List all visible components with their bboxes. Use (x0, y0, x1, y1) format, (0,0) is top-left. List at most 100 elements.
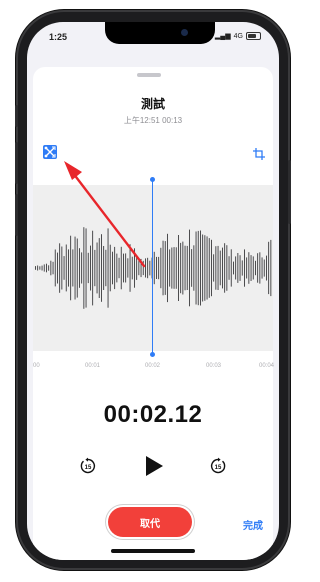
waveform-bar (193, 245, 195, 291)
trim-icon[interactable] (43, 145, 57, 159)
waveform-bar (127, 258, 129, 278)
waveform (35, 227, 272, 309)
crop-icon[interactable] (253, 147, 265, 160)
waveform-bar (259, 252, 261, 284)
replace-button[interactable]: 取代 (108, 507, 192, 537)
side-button-volume-down (15, 194, 18, 236)
waveform-bar (202, 234, 204, 302)
waveform-bar (112, 251, 113, 285)
waveform-bar (261, 257, 263, 279)
waveform-bar (46, 263, 47, 273)
phone-screen: 1:25 ▂▄▆ 4G 測試 上午12:51 00:13 00 00:01 00… (27, 22, 279, 560)
playhead-bottom-handle[interactable] (150, 352, 155, 357)
waveform-bar (248, 252, 250, 284)
playhead[interactable] (150, 177, 155, 357)
status-time: 1:25 (49, 32, 68, 42)
waveform-bar (189, 229, 190, 307)
waveform-bar (70, 235, 72, 301)
skip-back-15-icon[interactable]: 15 (79, 457, 97, 475)
waveform-bar (171, 247, 173, 289)
skip-forward-15-icon[interactable]: 15 (209, 457, 227, 475)
waveform-bar (230, 249, 232, 287)
waveform-bar (129, 244, 131, 292)
waveform-bar (54, 249, 56, 287)
waveform-bar (195, 231, 197, 305)
waveform-bar (167, 233, 168, 303)
waveform-bar (244, 249, 245, 287)
waveform-bar (156, 256, 157, 279)
waveform-bar (43, 264, 45, 272)
waveform-bar (217, 245, 219, 290)
waveform-bar (186, 245, 188, 290)
waveform-bar (50, 260, 52, 276)
waveform-bar (206, 236, 208, 300)
waveform-bar (255, 260, 256, 276)
waveform-bar (263, 259, 265, 277)
waveform-bar (136, 256, 138, 280)
waveform-bar (211, 239, 212, 297)
done-button[interactable]: 完成 (243, 517, 263, 532)
playhead-top-handle[interactable] (150, 177, 155, 182)
tick-label: 00:04 (259, 363, 275, 369)
recording-title: 測試 (140, 97, 165, 111)
waveform-bar (107, 228, 109, 308)
waveform-bar (147, 257, 149, 279)
waveform-bar (92, 230, 94, 306)
skip-back-label: 15 (85, 465, 92, 471)
waveform-bar (180, 242, 182, 294)
waveform-bar (35, 266, 36, 270)
waveform-bar (246, 257, 248, 279)
waveform-bar (252, 256, 254, 280)
waveform-bar (90, 245, 91, 291)
waveform-bar (134, 248, 135, 288)
waveform-bar (123, 253, 124, 283)
camera-icon (181, 29, 188, 36)
sheet-grabber[interactable] (137, 73, 161, 77)
waveform-bar (237, 253, 239, 283)
waveform-bar (204, 235, 206, 301)
waveform-bar (52, 261, 54, 275)
tick-label: 00:01 (85, 363, 101, 369)
waveform-bar (233, 261, 234, 275)
waveform-bar (158, 256, 160, 280)
waveform-bar (103, 246, 105, 290)
waveform-bar (114, 246, 116, 290)
waveform-bar (173, 247, 175, 289)
waveform-bar (131, 256, 133, 280)
waveform-bar (94, 249, 96, 287)
play-icon[interactable] (141, 454, 165, 478)
waveform-bar (241, 260, 243, 276)
waveform-bar (109, 244, 111, 292)
waveform-bar (250, 255, 252, 281)
waveform-bar (145, 258, 146, 278)
waveform-bar (182, 241, 184, 295)
waveform-bar (226, 245, 228, 291)
waveform-bar (39, 266, 41, 270)
waveform-area[interactable] (33, 185, 273, 351)
waveform-bar (142, 260, 144, 276)
waveform-bar (266, 255, 267, 281)
waveform-bar (235, 256, 237, 280)
tick-label: 00:02 (145, 363, 161, 369)
waveform-bar (98, 238, 100, 298)
recording-subtitle: 上午12:51 00:13 (123, 116, 183, 125)
waveform-bar (57, 252, 58, 284)
side-button-power (288, 160, 291, 224)
waveform-bar (208, 238, 210, 298)
waveform-bar (169, 249, 171, 287)
waveform-bar (200, 230, 201, 306)
battery-icon (246, 32, 261, 40)
waveform-bar (178, 235, 179, 301)
waveform-bar (79, 248, 80, 288)
waveform-bar (101, 234, 102, 302)
waveform-bar (116, 253, 118, 283)
skip-forward-label: 15 (215, 465, 222, 471)
tick-label: 00:03 (206, 363, 222, 369)
waveform-bar (72, 249, 74, 287)
waveform-bar (96, 242, 98, 294)
notch (105, 22, 215, 44)
waveform-bar (59, 243, 61, 293)
waveform-bar (83, 227, 85, 309)
edit-recording-sheet: 測試 上午12:51 00:13 00 00:01 00:02 00:03 00… (33, 67, 275, 560)
waveform-bar (219, 250, 221, 286)
